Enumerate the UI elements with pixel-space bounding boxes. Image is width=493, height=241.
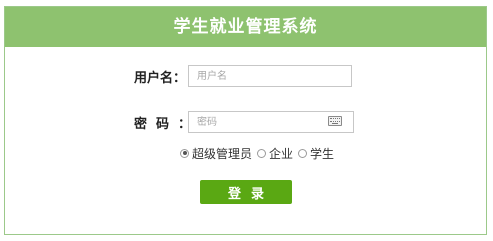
role-option-admin[interactable]: 超级管理员 [180, 145, 252, 162]
role-label-company: 企业 [269, 146, 294, 161]
radio-student[interactable] [298, 148, 308, 158]
radio-company[interactable] [257, 148, 267, 158]
role-label-admin: 超级管理员 [192, 146, 253, 161]
username-input[interactable] [188, 65, 352, 87]
login-button[interactable]: 登录 [200, 180, 292, 204]
role-option-company[interactable]: 企业 [257, 145, 293, 162]
role-selector: 超级管理员 企业 学生 [180, 144, 339, 162]
keyboard-icon[interactable] [328, 116, 342, 126]
username-label: 用户名： [134, 71, 187, 86]
page-title: 学生就业管理系统 [5, 7, 486, 47]
role-option-student[interactable]: 学生 [298, 145, 334, 162]
radio-admin[interactable] [180, 148, 189, 158]
role-label-student: 学生 [310, 146, 335, 161]
